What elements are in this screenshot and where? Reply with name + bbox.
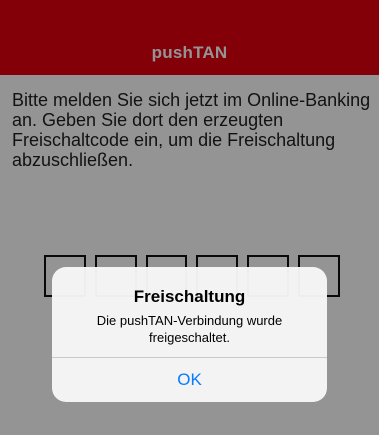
alert-title: Freischaltung <box>133 287 246 306</box>
pushtan-screen: pushTAN Bitte melden Sie sich jetzt im O… <box>0 0 379 435</box>
alert-message: Die pushTAN-Verbindung wurde freigeschal… <box>96 313 283 345</box>
alert-dialog: Freischaltung Die pushTAN-Verbindung wur… <box>52 267 327 402</box>
ok-button[interactable]: OK <box>52 358 327 402</box>
